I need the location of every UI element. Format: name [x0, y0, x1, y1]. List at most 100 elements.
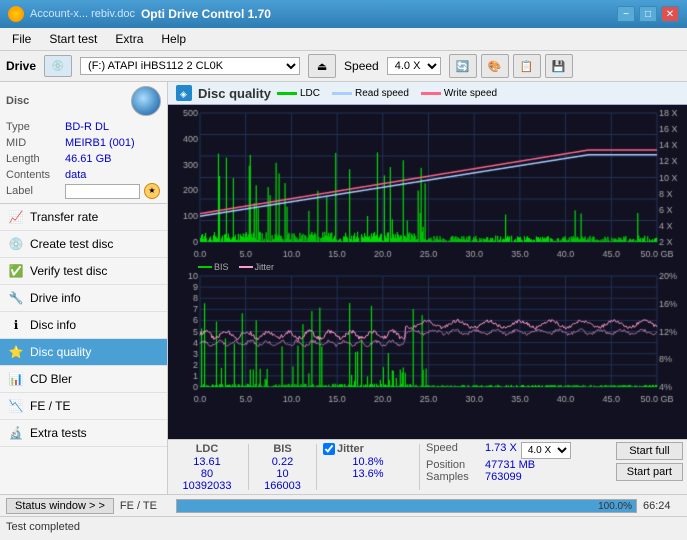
type-label: Type [6, 119, 61, 135]
drive-eject-icon[interactable]: 💿 [44, 55, 72, 77]
cd-bler-label: CD Bler [30, 372, 72, 386]
menu-start-test[interactable]: Start test [41, 30, 105, 48]
disc-info-icon: ℹ [8, 317, 24, 333]
jitter-header: Jitter [337, 442, 364, 456]
mid-value: MEIRB1 (001) [65, 135, 135, 151]
start-part-button[interactable]: Start part [616, 463, 683, 481]
bis-legend-color [198, 266, 212, 268]
contents-label: Contents [6, 167, 61, 183]
drive-select[interactable]: (F:) ATAPI iHBS112 2 CL0K [80, 57, 300, 75]
sidebar-item-disc-quality[interactable]: ⭐ Disc quality [0, 339, 167, 366]
settings-icon2[interactable]: 📋 [513, 54, 541, 78]
samples-key: Samples [426, 471, 481, 483]
length-value: 46.61 GB [65, 151, 111, 167]
time-label: 66:24 [643, 500, 681, 512]
extra-tests-icon: 🔬 [8, 425, 24, 441]
mid-label: MID [6, 135, 61, 151]
menu-extra[interactable]: Extra [107, 30, 151, 48]
disc-quality-title: Disc quality [198, 86, 271, 101]
transfer-rate-label: Transfer rate [30, 210, 98, 224]
start-buttons: Start full Start part [616, 442, 683, 492]
contents-value: data [65, 167, 86, 183]
start-full-button[interactable]: Start full [616, 442, 683, 460]
dq-icon: ◈ [176, 85, 192, 101]
read-speed-legend-label: Read speed [355, 88, 409, 99]
jitter-legend-label: Jitter [255, 262, 275, 272]
fe-te-label-nav: FE / TE [30, 399, 70, 413]
minimize-button[interactable]: − [617, 6, 635, 22]
bis-avg: 0.22 [255, 456, 310, 468]
type-value: BD-R DL [65, 119, 109, 135]
write-speed-legend-label: Write speed [444, 88, 497, 99]
create-test-disc-icon: 💿 [8, 236, 24, 252]
settings-icon1[interactable]: 🎨 [481, 54, 509, 78]
progress-bar: 100.0% [176, 499, 637, 513]
read-speed-legend-color [332, 92, 352, 95]
ldc-avg: 13.61 [172, 456, 242, 468]
sidebar: Disc Type BD-R DL MID MEIRB1 (001) Lengt… [0, 82, 168, 494]
maximize-button[interactable]: □ [639, 6, 657, 22]
disc-header-label: Disc [6, 95, 29, 107]
bis-total: 166003 [255, 480, 310, 492]
bottom-chart-canvas [168, 260, 687, 405]
disc-quality-icon: ⭐ [8, 344, 24, 360]
ldc-stats: LDC 13.61 80 10392033 [172, 442, 242, 492]
jitter-stats: Jitter 10.8% 13.6% [323, 442, 413, 492]
sidebar-item-extra-tests[interactable]: 🔬 Extra tests [0, 420, 167, 447]
ldc-max: 80 [172, 468, 242, 480]
sidebar-item-drive-info[interactable]: 🔧 Drive info [0, 285, 167, 312]
drive-info-label: Drive info [30, 291, 81, 305]
bis-stats: BIS 0.22 10 166003 [255, 442, 310, 492]
chart-legend: LDC Read speed Write speed [277, 88, 497, 99]
drive-bar: Drive 💿 (F:) ATAPI iHBS112 2 CL0K ⏏ Spee… [0, 51, 687, 82]
app-icon [8, 6, 24, 22]
verify-test-disc-label: Verify test disc [30, 264, 107, 278]
label-label: Label [6, 183, 61, 199]
sidebar-item-disc-info[interactable]: ℹ Disc info [0, 312, 167, 339]
sidebar-item-create-test-disc[interactable]: 💿 Create test disc [0, 231, 167, 258]
ldc-legend-label: LDC [300, 88, 320, 99]
disc-info-panel: Disc Type BD-R DL MID MEIRB1 (001) Lengt… [0, 82, 167, 204]
status-bar: Test completed [0, 516, 687, 536]
speed-position-stats: Speed 1.73 X 4.0 X Position 47731 MB Sam… [426, 442, 608, 492]
sidebar-item-transfer-rate[interactable]: 📈 Transfer rate [0, 204, 167, 231]
save-icon[interactable]: 💾 [545, 54, 573, 78]
verify-test-disc-icon: ✅ [8, 263, 24, 279]
jitter-legend-color [239, 266, 253, 268]
sidebar-item-fe-te[interactable]: 📉 FE / TE [0, 393, 167, 420]
write-speed-legend-color [421, 92, 441, 95]
drive-action-icon[interactable]: ⏏ [308, 54, 336, 78]
drive-info-icon: 🔧 [8, 290, 24, 306]
bis-header: BIS [255, 442, 310, 456]
test-completed-text: Test completed [6, 521, 80, 533]
samples-val: 763099 [485, 471, 522, 483]
title-bar: Account-x... rebiv.doc Opti Drive Contro… [0, 0, 687, 28]
svg-text:◈: ◈ [180, 89, 187, 99]
refresh-icon[interactable]: 🔄 [449, 54, 477, 78]
disc-info-label: Disc info [30, 318, 76, 332]
jitter-avg: 10.8% [323, 456, 413, 468]
sidebar-item-verify-test-disc[interactable]: ✅ Verify test disc [0, 258, 167, 285]
speed-val: 1.73 X [485, 442, 517, 459]
stats-bar: LDC 13.61 80 10392033 BIS 0.22 10 166003… [168, 439, 687, 494]
sidebar-item-cd-bler[interactable]: 📊 CD Bler [0, 366, 167, 393]
label-icon[interactable]: ★ [144, 183, 160, 199]
extra-tests-label: Extra tests [30, 426, 87, 440]
length-label: Length [6, 151, 61, 167]
close-button[interactable]: ✕ [661, 6, 679, 22]
cd-bler-icon: 📊 [8, 371, 24, 387]
speed-label: Speed [344, 59, 379, 73]
disc-quality-label: Disc quality [30, 345, 91, 359]
menu-help[interactable]: Help [153, 30, 194, 48]
label-input[interactable] [65, 184, 140, 199]
speed-select[interactable]: 4.0 X [387, 57, 441, 75]
fe-te-bottom-label: FE / TE [120, 500, 170, 512]
status-window-button[interactable]: Status window > > [6, 498, 114, 514]
disc-quality-header: ◈ Disc quality LDC Read speed Write spee… [168, 82, 687, 105]
content-area: ◈ Disc quality LDC Read speed Write spee… [168, 82, 687, 494]
position-key: Position [426, 459, 481, 471]
window-title: Opti Drive Control 1.70 [141, 7, 271, 21]
jitter-checkbox[interactable] [323, 443, 335, 455]
speed-stat-dropdown[interactable]: 4.0 X [521, 442, 571, 459]
menu-file[interactable]: File [4, 30, 39, 48]
